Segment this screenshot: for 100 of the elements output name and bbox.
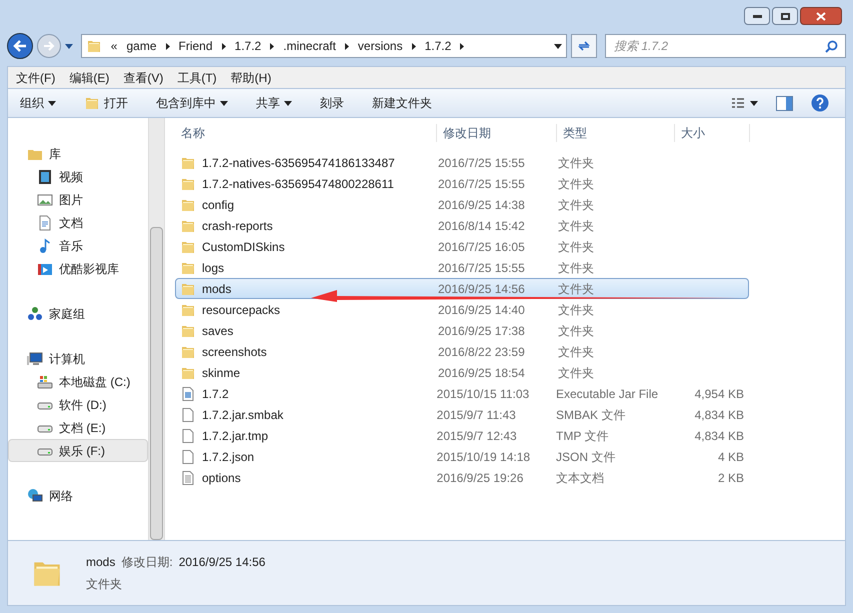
file-row[interactable]: 1.7.2.jar.tmp 2015/9/7 12:43 TMP 文件 4,834 KB [175,425,749,446]
nav-item[interactable]: 文档 (E:) [8,416,148,439]
toolbar-button[interactable]: 刻录 [320,94,344,112]
toolbar-button[interactable]: 包含到库中 [156,94,228,112]
nav-item[interactable]: 文档 [8,211,148,234]
menu-item[interactable]: 文件(F) [16,68,56,86]
file-name: 1.7.2.jar.tmp [202,428,268,444]
file-row[interactable]: saves 2016/9/25 17:38 文件夹 [175,320,749,341]
caret-icon [48,100,56,106]
file-row[interactable]: mods 2016/9/25 14:56 文件夹 [175,278,749,299]
menu-item[interactable]: 帮助(H) [230,68,272,86]
nav-item[interactable]: 娱乐 (F:) [8,439,148,462]
back-button[interactable] [7,33,33,59]
file-row[interactable]: skinme 2016/9/25 18:54 文件夹 [175,362,749,383]
nav-item[interactable]: 家庭组 [8,302,148,325]
breadcrumb[interactable]: Friend [178,37,213,55]
refresh-button[interactable] [571,34,597,58]
nav-item[interactable]: 图片 [8,188,148,211]
chevron-right-icon [412,42,416,50]
modified-date: 2016/7/25 15:55 [438,154,526,172]
modified-date: 2016/9/25 17:38 [438,322,526,340]
file-type: 文本文档 [556,470,605,486]
toolbar-button[interactable]: 新建文件夹 [372,94,432,112]
minimize-button[interactable] [744,7,770,25]
nav-item[interactable]: 库 [8,142,148,165]
toolbar-button[interactable]: 组织 [20,94,56,112]
close-icon [816,12,826,20]
nav-item[interactable]: 网络 [8,484,148,507]
file-type: 文件夹 [558,302,595,318]
search-field[interactable]: 搜索 1.7.2 [604,34,846,58]
menu-item[interactable]: 编辑(E) [69,68,110,86]
help-icon[interactable] [811,94,829,112]
file-row[interactable]: 1.7.2-natives-635695474800228611 2016/7/25 15:55 文件夹 [175,173,749,194]
file-row[interactable]: 1.7.2.jar.smbak 2015/9/7 11:43 SMBAK 文件 4,834 KB [175,404,749,425]
file-row[interactable]: 1.7.2 2015/10/15 11:03 Executable Jar File 4,954 KB [175,383,749,404]
column-header[interactable]: 类型 [557,124,675,142]
file-name: 1.7.2-natives-635695474186133487 [202,154,395,172]
column-header[interactable]: 大小 [675,124,750,142]
file-type: 文件夹 [558,238,595,256]
caret-icon [220,100,228,106]
file-row[interactable]: 1.7.2.json 2015/10/19 14:18 JSON 文件 4 KB [175,446,749,467]
file-size: 2 KB [716,470,745,486]
caret-icon [64,44,73,48]
file-name: saves [202,322,234,340]
column-header[interactable]: 名称 [175,124,437,142]
chevron-right-icon [222,42,226,50]
file-row[interactable]: screenshots 2016/8/22 23:59 文件夹 [175,341,749,362]
nav-item[interactable]: 软件 (D:) [8,393,148,416]
breadcrumb[interactable]: 1.7.2 [424,37,452,55]
file-name: CustomDISkins [202,238,285,256]
text-file-icon [180,470,196,486]
file-name: logs [202,260,224,276]
breadcrumb[interactable]: .minecraft [283,37,336,55]
file-row[interactable]: options 2016/9/25 19:26 文本文档 2 KB [175,467,749,488]
caret-icon [554,44,562,48]
film-icon [37,168,53,184]
breadcrumb[interactable]: versions [358,37,403,55]
scroll-thumb[interactable] [150,226,163,540]
modified-date: 2016/9/25 14:38 [438,196,526,214]
file-name: 1.7.2-natives-635695474800228611 [202,176,394,192]
file-type: 文件夹 [558,322,595,340]
file-row[interactable]: config 2016/9/25 14:38 文件夹 [175,194,749,215]
file-row[interactable]: resourcepacks 2016/9/25 14:40 文件夹 [175,299,749,320]
file-icon [180,406,196,422]
breadcrumb[interactable]: 1.7.2 [234,37,262,55]
file-row[interactable]: logs 2016/7/25 15:55 文件夹 [175,257,749,278]
maximize-button[interactable] [772,7,798,25]
file-size: 4 KB [716,448,745,466]
column-header[interactable]: 修改日期 [437,124,557,142]
nav-item[interactable]: 视频 [8,165,148,188]
close-button[interactable] [800,7,842,25]
nav-item[interactable]: 音乐 [8,234,148,257]
preview-pane-icon[interactable] [776,96,793,110]
breadcrumb[interactable]: game [126,37,157,55]
modified-date: 2016/9/25 19:26 [436,470,524,486]
file-row[interactable]: 1.7.2-natives-635695474186133487 2016/7/25 15:55 文件夹 [175,152,749,173]
menu-item[interactable]: 工具(T) [177,68,217,86]
toolbar-button[interactable]: 打开 [84,94,128,112]
file-row[interactable]: CustomDISkins 2016/7/25 16:05 文件夹 [175,236,749,257]
file-type: 文件夹 [558,154,595,172]
file-name: 1.7.2.jar.smbak [202,406,284,424]
file-row[interactable]: crash-reports 2016/8/14 15:42 文件夹 [175,215,749,236]
toolbar-button[interactable]: 共享 [256,94,292,112]
file-name: 1.7.2.json [202,448,254,466]
file-type: 文件夹 [558,364,595,382]
chevron-right-icon [270,42,274,50]
address-bar[interactable]: « game Friend 1.7.2 .minecraft versions 1.7.2 [80,34,568,58]
scrollbar[interactable] [148,118,165,540]
nav-item[interactable]: 本地磁盘 (C:) [8,370,148,393]
chevron-right-icon [460,42,464,50]
menu-item[interactable]: 查看(V) [123,68,164,86]
nav-item[interactable]: 计算机 [8,347,148,370]
chevron-right-icon [166,42,170,50]
view-list-icon[interactable] [732,98,758,108]
overflow-chevron[interactable]: « [110,37,118,55]
nav-item[interactable]: 优酷影视库 [8,257,148,280]
file-icon [180,448,196,464]
modified-date: 2016/7/25 15:55 [438,260,526,276]
chevron-right-icon [344,42,349,50]
homegroup-icon [27,306,43,322]
